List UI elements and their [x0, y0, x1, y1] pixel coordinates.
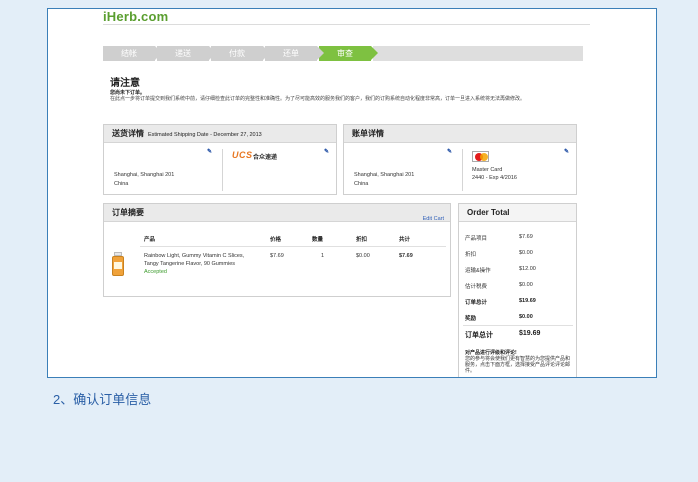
total-divider [463, 325, 573, 326]
shipping-address: Shanghai, Shanghai 201 China [114, 171, 174, 189]
order-summary-panel: 订单摘要 Edit Cart 产品 价格 数量 折扣 共计 Rainbow Lig… [103, 203, 451, 297]
step-arrow [263, 46, 270, 60]
step-return[interactable]: 还单 [265, 46, 324, 61]
col-qty: 数量 [312, 237, 324, 243]
shipping-address-line1: Shanghai, Shanghai 201 [114, 172, 175, 178]
ucs-logo: UCS [232, 150, 253, 160]
total-value-shipping: $12.00 [519, 266, 536, 272]
total-label-discount: 折扣 [465, 252, 477, 258]
card-info: Master Card 2440 - Exp 4/2016 [472, 166, 517, 182]
iherb-logo[interactable]: iHerb.com [103, 9, 168, 24]
step-payment[interactable]: 付款 [211, 46, 270, 61]
product-price: $7.69 [270, 253, 284, 259]
total-value-rewards: $0.00 [519, 314, 533, 320]
step-checkout[interactable]: 结帐 [103, 46, 162, 61]
total-label-shipping: 运输&操作 [465, 268, 491, 274]
step-arrow [155, 46, 162, 60]
product-name-line1[interactable]: Rainbow Light, Gummy Vitamin C Slices, [144, 252, 244, 260]
col-discount: 折扣 [356, 237, 368, 243]
step-label: 付款 [229, 49, 245, 58]
notice-title: 请注意 [110, 78, 140, 89]
header-rule [140, 246, 446, 247]
header-divider [103, 24, 590, 25]
grand-total-value: $19.69 [519, 330, 541, 337]
checkout-page: iHerb.com 结帐 递送 付款 还单 审查 请注意 您尚未下订单。 在此点… [103, 9, 590, 377]
table-row: Rainbow Light, Gummy Vitamin C Slices, T… [144, 252, 244, 276]
review-body: 您的参与将会使我们更有智慧的为您提供产品和服务，点击下面方框，选择接受产品评论评… [465, 356, 571, 374]
edit-card-icon[interactable]: ✎ [564, 148, 569, 155]
billing-address-line2: China [354, 181, 369, 187]
estimated-ship-date: Estimated Shipping Date - December 27, 2… [148, 132, 262, 138]
shipping-heading-text: 送货详情 [112, 129, 144, 138]
edit-billing-address-icon[interactable]: ✎ [447, 148, 452, 155]
total-label-rewards: 奖励 [465, 316, 477, 322]
product-thumbnail[interactable] [112, 252, 124, 276]
product-qty: 1 [321, 253, 325, 259]
card-detail: 2440 - Exp 4/2016 [472, 175, 517, 181]
notice-subtitle: 您尚未下订单。 [110, 90, 146, 96]
step-label: 审查 [337, 49, 353, 58]
shipping-address-line2: China [114, 181, 129, 187]
col-product: 产品 [144, 237, 156, 243]
edit-carrier-icon[interactable]: ✎ [324, 148, 329, 155]
card-type: Master Card [472, 167, 503, 173]
step-label: 还单 [283, 49, 299, 58]
product-discount: $0.00 [356, 253, 370, 259]
shipping-heading: 送货详情 Estimated Shipping Date - December 2… [104, 125, 336, 143]
product-status: Accepted [144, 269, 167, 275]
panel-divider [222, 149, 223, 191]
step-review[interactable]: 审查 [319, 46, 378, 61]
order-summary-heading-text: 订单摘要 [112, 208, 144, 217]
billing-address-line1: Shanghai, Shanghai 201 [354, 172, 415, 178]
step-arrow [317, 46, 324, 60]
total-value-items: $7.69 [519, 234, 533, 240]
review-title: 对产品进行评级和评论! [465, 350, 517, 356]
total-value-tax: $0.00 [519, 282, 533, 288]
billing-heading: 账单详情 [344, 125, 576, 143]
checkout-steps: 结帐 递送 付款 还单 审查 [103, 46, 583, 61]
step-shipping[interactable]: 递送 [157, 46, 216, 61]
grand-total-label: 订单总计 [465, 332, 493, 339]
total-label-items: 产品项目 [465, 236, 488, 242]
order-total-heading: Order Total [459, 204, 576, 222]
total-value-subtotal: $19.69 [519, 298, 536, 304]
mastercard-icon [472, 151, 489, 162]
step-label: 递送 [175, 49, 191, 58]
order-total-panel: Order Total 产品项目 $7.69 折扣 $0.00 运输&操作 $1… [458, 203, 577, 377]
col-total: 共计 [399, 237, 411, 243]
order-summary-heading: 订单摘要 Edit Cart [104, 204, 450, 222]
billing-panel: 账单详情 ✎ Shanghai, Shanghai 201 China Mast… [343, 124, 577, 195]
shipping-panel: 送货详情 Estimated Shipping Date - December 2… [103, 124, 337, 195]
total-label-tax: 估计税费 [465, 284, 488, 290]
step-caption: 2、确认订单信息 [53, 392, 152, 407]
edit-cart-link[interactable]: Edit Cart [423, 210, 444, 228]
total-label-subtotal: 订单总计 [465, 300, 488, 306]
step-label: 结帐 [121, 49, 137, 58]
edit-address-icon[interactable]: ✎ [207, 148, 212, 155]
screenshot-frame: iHerb.com 结帐 递送 付款 还单 审查 请注意 您尚未下订单。 在此点… [47, 8, 657, 378]
notice-body: 在此点一步将订单提交到我们系统中前，请仔细检查此订单的完整性和准确性。为了尽可能… [110, 96, 526, 102]
carrier-name: 合众速递 [253, 155, 278, 161]
steps-track [373, 46, 583, 61]
total-value-discount: $0.00 [519, 250, 533, 256]
panel-divider [462, 149, 463, 191]
step-arrow [209, 46, 216, 60]
col-price: 价格 [270, 237, 282, 243]
step-arrow [371, 46, 378, 60]
billing-address: Shanghai, Shanghai 201 China [354, 171, 414, 189]
product-total: $7.69 [399, 253, 413, 259]
product-name-line2[interactable]: Tangy Tangerine Flavor, 90 Gummies [144, 260, 244, 268]
